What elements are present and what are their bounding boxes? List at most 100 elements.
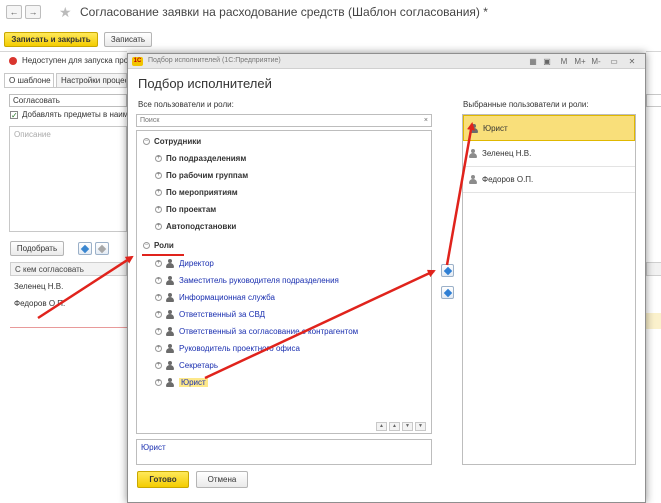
tree-item-by-workgroups[interactable]: + По рабочим группам — [155, 169, 248, 183]
forward-button[interactable]: → — [25, 5, 41, 19]
user-icon — [469, 149, 477, 159]
row-edge — [646, 313, 661, 329]
tree-item-by-events[interactable]: + По мероприятиям — [155, 186, 238, 200]
tree-item-auto-substitutions[interactable]: + Автоподстановки — [155, 220, 236, 234]
list-item[interactable]: Федоров О.П. — [463, 167, 635, 193]
clear-search-icon[interactable]: × — [424, 115, 428, 126]
user-icon — [166, 361, 174, 371]
warning-icon — [9, 57, 17, 65]
description-textarea[interactable]: Описание — [9, 126, 127, 232]
tree-role-secretary[interactable]: + Секретарь — [155, 359, 218, 373]
table-row[interactable]: Зеленец Н.В. — [10, 278, 127, 295]
table-row[interactable]: Федоров О.П. — [10, 295, 127, 312]
divider — [0, 51, 127, 52]
expand-icon[interactable]: + — [155, 260, 162, 268]
divider — [646, 51, 661, 52]
move-prev-icon[interactable]: ▲ — [389, 422, 400, 431]
tree-role-info-service[interactable]: + Информационная служба — [155, 291, 275, 305]
approvers-table-header: С кем согласовать — [10, 262, 127, 276]
collapse-icon[interactable]: − — [143, 138, 150, 146]
annotation-underline — [142, 254, 184, 256]
move-down-button[interactable] — [95, 242, 109, 255]
user-icon — [166, 378, 174, 388]
search-field[interactable]: × — [136, 114, 432, 127]
link-icon[interactable]: ▦ — [528, 56, 538, 67]
expand-icon[interactable]: + — [155, 155, 162, 163]
user-icon — [166, 310, 174, 320]
row-divider — [10, 327, 127, 328]
process-type-field[interactable]: Согласовать — [9, 94, 127, 107]
tab-border — [4, 87, 127, 88]
tab-about-template[interactable]: О шаблоне — [4, 73, 54, 87]
tree-group-roles[interactable]: − Роли — [143, 239, 174, 253]
memory-plus-icon[interactable]: M+ — [573, 56, 587, 67]
tree-role-lawyer[interactable]: + Юрист — [155, 376, 208, 390]
remove-from-selected-button[interactable] — [441, 286, 454, 299]
dialog-title: Подбор исполнителей — [138, 76, 272, 91]
field-edge — [646, 94, 661, 107]
users-roles-tree: − Сотрудники + По подразделениям + По рабоч… — [136, 130, 432, 434]
back-button[interactable]: ← — [6, 5, 22, 19]
search-input[interactable] — [137, 115, 417, 126]
expand-icon[interactable]: + — [155, 311, 162, 319]
save-and-close-button[interactable]: Записать и закрыть — [4, 32, 98, 47]
move-first-icon[interactable]: ▲ — [376, 422, 387, 431]
table-header-edge — [646, 262, 661, 276]
user-icon — [166, 259, 174, 269]
favorite-star-icon[interactable]: ★ — [59, 5, 72, 19]
user-icon — [469, 175, 477, 185]
calculator-icon[interactable]: ▣ — [542, 56, 552, 67]
selected-users-list: Юрист Зеленец Н.В. Федоров О.П. — [462, 114, 636, 465]
expand-icon[interactable]: + — [155, 328, 162, 336]
add-items-checkbox[interactable]: ✓ — [10, 111, 18, 120]
cancel-button[interactable]: Отмена — [196, 471, 248, 488]
add-items-label: Добавлять предметы в наиме — [22, 110, 127, 119]
expand-icon[interactable]: + — [155, 172, 162, 180]
pick-button[interactable]: Подобрать — [10, 241, 64, 256]
tree-item-by-departments[interactable]: + По подразделениям — [155, 152, 246, 166]
expand-icon[interactable]: + — [155, 379, 162, 387]
expand-icon[interactable]: + — [155, 345, 162, 353]
document-title: Согласование заявки на расходование сред… — [80, 5, 488, 19]
save-button[interactable]: Записать — [104, 32, 152, 47]
selected-users-label: Выбранные пользователи и роли: — [463, 100, 589, 109]
tree-role-deputy-head[interactable]: + Заместитель руководителя подразделения — [155, 274, 339, 288]
dialog-titlebar: 1С Подбор исполнителей (1С:Предприятие) … — [128, 54, 645, 69]
maximize-icon[interactable]: ▭ — [608, 56, 620, 67]
select-performers-dialog: 1С Подбор исполнителей (1С:Предприятие) … — [127, 53, 646, 503]
expand-icon[interactable]: + — [155, 362, 162, 370]
expand-icon[interactable]: + — [155, 206, 162, 214]
collapse-icon[interactable]: − — [143, 242, 150, 250]
warning-text: Недоступен для запуска проц — [22, 56, 127, 65]
add-to-selected-button[interactable] — [441, 264, 454, 277]
tab-process-settings[interactable]: Настройки процесс — [56, 73, 127, 87]
move-up-button[interactable] — [78, 242, 92, 255]
tree-group-employees[interactable]: − Сотрудники — [143, 135, 201, 149]
expand-icon[interactable]: + — [155, 277, 162, 285]
close-icon[interactable]: ✕ — [626, 56, 638, 67]
item-description-box: Юрист — [136, 439, 432, 465]
memory-minus-icon[interactable]: M- — [589, 56, 603, 67]
memory-icon[interactable]: M — [558, 56, 570, 67]
user-icon — [166, 344, 174, 354]
move-next-icon[interactable]: ▼ — [402, 422, 413, 431]
list-item[interactable]: Юрист — [463, 115, 635, 141]
expand-icon[interactable]: + — [155, 223, 162, 231]
user-icon — [470, 124, 478, 134]
user-icon — [166, 327, 174, 337]
dialog-caption: Подбор исполнителей (1С:Предприятие) — [148, 57, 281, 64]
tree-role-director[interactable]: + Директор — [155, 257, 214, 271]
done-button[interactable]: Готово — [137, 471, 189, 488]
tree-item-by-projects[interactable]: + По проектам — [155, 203, 216, 217]
tree-role-counterparty-approver[interactable]: + Ответственный за согласование с контраг… — [155, 325, 358, 339]
all-users-label: Все пользователи и роли: — [138, 100, 234, 109]
expand-icon[interactable]: + — [155, 294, 162, 302]
user-icon — [166, 293, 174, 303]
expand-icon[interactable]: + — [155, 189, 162, 197]
tree-role-project-office-head[interactable]: + Руководитель проектного офиса — [155, 342, 300, 356]
move-last-icon[interactable]: ▼ — [415, 422, 426, 431]
user-icon — [166, 276, 174, 286]
tree-role-svd-responsible[interactable]: + Ответственный за СВД — [155, 308, 265, 322]
app-logo-icon: 1С — [132, 57, 143, 66]
list-item[interactable]: Зеленец Н.В. — [463, 141, 635, 167]
